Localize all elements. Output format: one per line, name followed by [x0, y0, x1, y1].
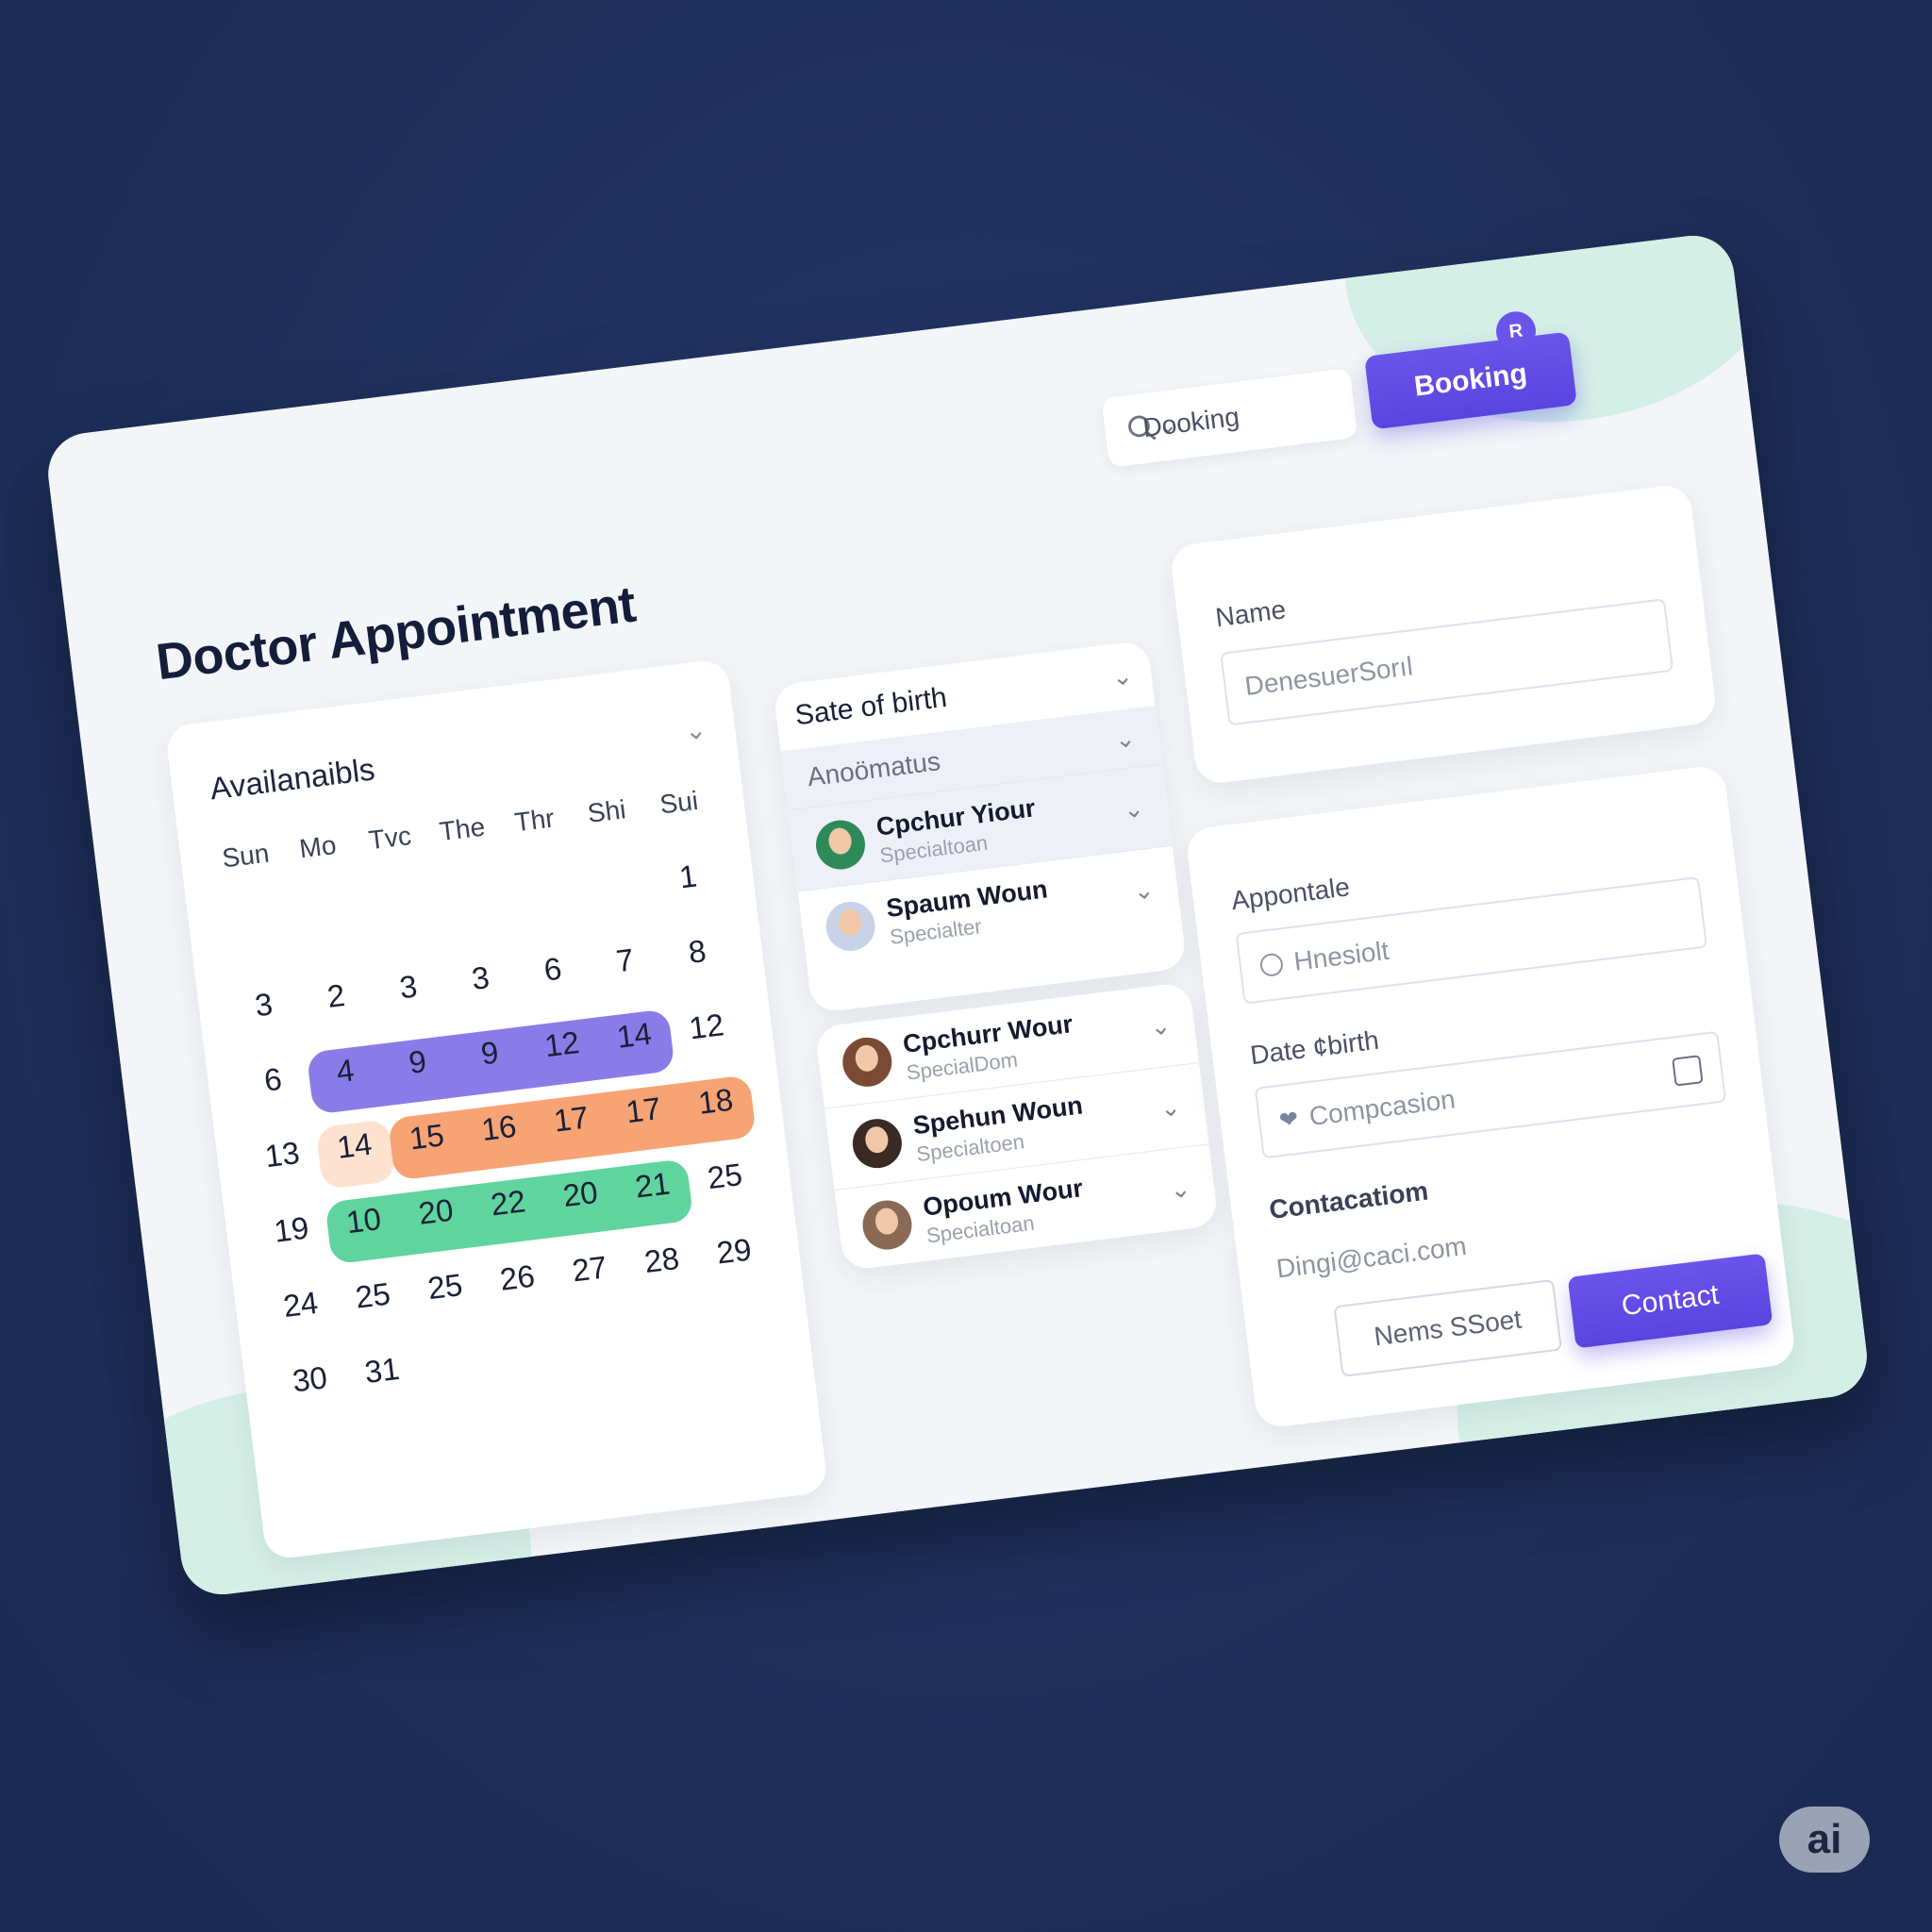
avatar — [859, 1197, 915, 1253]
contact-button[interactable]: Contact — [1567, 1253, 1774, 1349]
avatar — [823, 898, 878, 954]
calendar-day — [286, 879, 367, 963]
search-dropdown[interactable]: Dooking ⌄ — [1101, 368, 1358, 468]
avatar — [813, 817, 868, 873]
calendar-day[interactable]: 25 — [684, 1135, 765, 1219]
calendar-day[interactable]: 30 — [269, 1338, 350, 1422]
calendar-day[interactable]: 14 — [314, 1104, 395, 1188]
name-field[interactable]: DenesuerSorıl — [1220, 598, 1674, 726]
calendar-day[interactable]: 2 — [295, 955, 376, 1039]
chevron-down-icon: ⌄ — [1122, 792, 1146, 824]
calendar-day[interactable]: 19 — [251, 1188, 332, 1272]
calendar-day[interactable]: 10 — [323, 1179, 404, 1263]
doctor-dropdown: Sate of birth ⌄ Anoömatus ⌄ Cpchur Yiour… — [772, 640, 1188, 1014]
chevron-down-icon: ⌄ — [1158, 1091, 1183, 1123]
chevron-down-icon: ⌄ — [1109, 660, 1135, 691]
name-card: Name DenesuerSorıl — [1169, 483, 1719, 786]
weekday-label: Sui — [658, 785, 700, 820]
calendar-day[interactable]: 28 — [621, 1219, 702, 1303]
chevron-down-icon: ⌄ — [1112, 723, 1138, 754]
radio-icon — [1258, 952, 1285, 978]
calendar-day[interactable]: 7 — [584, 919, 665, 1003]
calendar-day[interactable]: 4 — [305, 1029, 386, 1113]
availability-calendar: Availanaibls ⌄ Sun Mo Tvc The Thr Shi Su… — [164, 658, 829, 1561]
calendar-day[interactable]: 14 — [593, 993, 675, 1077]
calendar-day — [575, 844, 657, 928]
weekday-label: Thr — [512, 803, 557, 838]
calendar-day[interactable]: 31 — [341, 1329, 423, 1413]
calendar-day[interactable]: 22 — [467, 1161, 548, 1245]
calendar-day — [214, 889, 295, 973]
appointment-label: Appontale — [1229, 872, 1352, 916]
weekday-label: Shi — [586, 794, 628, 828]
calendar-day[interactable]: 6 — [512, 927, 593, 1011]
calendar-day[interactable]: 3 — [368, 945, 449, 1029]
calendar-day[interactable]: 9 — [376, 1021, 458, 1105]
calendar-day[interactable]: 26 — [476, 1236, 558, 1320]
calendar-day[interactable]: 25 — [332, 1254, 413, 1338]
secondary-button[interactable]: Nems SSoet — [1333, 1278, 1562, 1377]
calendar-day — [486, 1311, 567, 1395]
calendar-day[interactable]: 20 — [395, 1170, 476, 1254]
chevron-down-icon[interactable]: ⌄ — [683, 713, 708, 747]
page-title: Doctor Appointment — [153, 575, 639, 691]
calendar-day[interactable]: 9 — [449, 1011, 530, 1095]
search-label: Dooking — [1141, 401, 1241, 443]
chevron-down-icon: ⌄ — [1131, 874, 1156, 906]
calendar-day[interactable]: 12 — [522, 1003, 603, 1087]
calendar-day[interactable]: 6 — [232, 1038, 313, 1122]
calendar-day[interactable]: 29 — [693, 1209, 774, 1293]
calendar-day[interactable]: 3 — [440, 937, 521, 1021]
calendar-day[interactable]: 8 — [657, 910, 738, 994]
contact-label: Contacatiom — [1267, 1175, 1430, 1224]
chevron-down-icon: ⌄ — [1168, 1173, 1192, 1205]
dropdown-subheader-label: Anoömatus — [806, 746, 942, 792]
calendar-day[interactable]: 27 — [549, 1227, 630, 1311]
calendar-day[interactable]: 12 — [666, 985, 747, 1069]
calendar-day[interactable]: 15 — [386, 1095, 467, 1179]
weekday-label: Tvc — [367, 821, 413, 856]
avatar — [840, 1034, 895, 1090]
appointment-form: Appontale Hnesiolt Date ¢birth ❤ Compcas… — [1184, 763, 1797, 1430]
weekday-label: Mo — [297, 829, 339, 864]
calendar-day[interactable]: 13 — [242, 1113, 323, 1197]
calendar-day — [703, 1285, 784, 1369]
calendar-day — [630, 1293, 711, 1377]
calendar-day — [503, 853, 584, 937]
calendar-title: Availanaibls — [208, 751, 377, 807]
dob-field-value: Compcasion — [1307, 1084, 1457, 1132]
dob-label: Date ¢birth — [1248, 1024, 1381, 1071]
appointment-field-value: Hnesiolt — [1291, 935, 1391, 976]
calendar-icon[interactable] — [1672, 1055, 1704, 1087]
calendar-day[interactable]: 17 — [530, 1077, 611, 1161]
weekday-label: Sun — [220, 838, 271, 874]
calendar-grid: 1 3 2 3 3 6 7 8 6 4 9 9 12 14 12 13 14 15 16 17 17 18 19 10 20 22… — [214, 835, 784, 1422]
calendar-day[interactable]: 3 — [224, 963, 305, 1047]
calendar-day[interactable]: 17 — [603, 1069, 684, 1153]
calendar-day[interactable]: 25 — [405, 1245, 486, 1329]
email-value: Dingi@caci.com — [1274, 1230, 1469, 1284]
calendar-day[interactable]: 1 — [647, 835, 728, 919]
name-field-value: DenesuerSorıl — [1242, 651, 1415, 701]
calendar-day — [413, 1320, 494, 1404]
calendar-day[interactable]: 21 — [612, 1143, 693, 1227]
calendar-day — [358, 871, 440, 955]
weekday-label: The — [438, 811, 487, 847]
dropdown-header-label: Sate of birth — [792, 681, 949, 732]
calendar-day[interactable]: 24 — [260, 1263, 341, 1347]
heart-icon: ❤ — [1277, 1106, 1300, 1134]
calendar-day[interactable]: 16 — [458, 1087, 540, 1171]
calendar-day — [430, 861, 511, 945]
calendar-day[interactable]: 20 — [540, 1153, 621, 1237]
calendar-day — [558, 1302, 640, 1386]
calendar-day[interactable]: 18 — [675, 1059, 756, 1143]
ai-watermark: ai — [1779, 1807, 1870, 1873]
doctor-list: Cpchurr Wour SpecialDom ⌄ Spehun Woun Sp… — [814, 981, 1220, 1272]
chevron-down-icon: ⌄ — [1148, 1009, 1173, 1041]
app-window: Doctor Appointment Dooking ⌄ Booking R A… — [43, 230, 1872, 1600]
name-label: Name — [1213, 594, 1288, 633]
avatar — [849, 1116, 905, 1172]
